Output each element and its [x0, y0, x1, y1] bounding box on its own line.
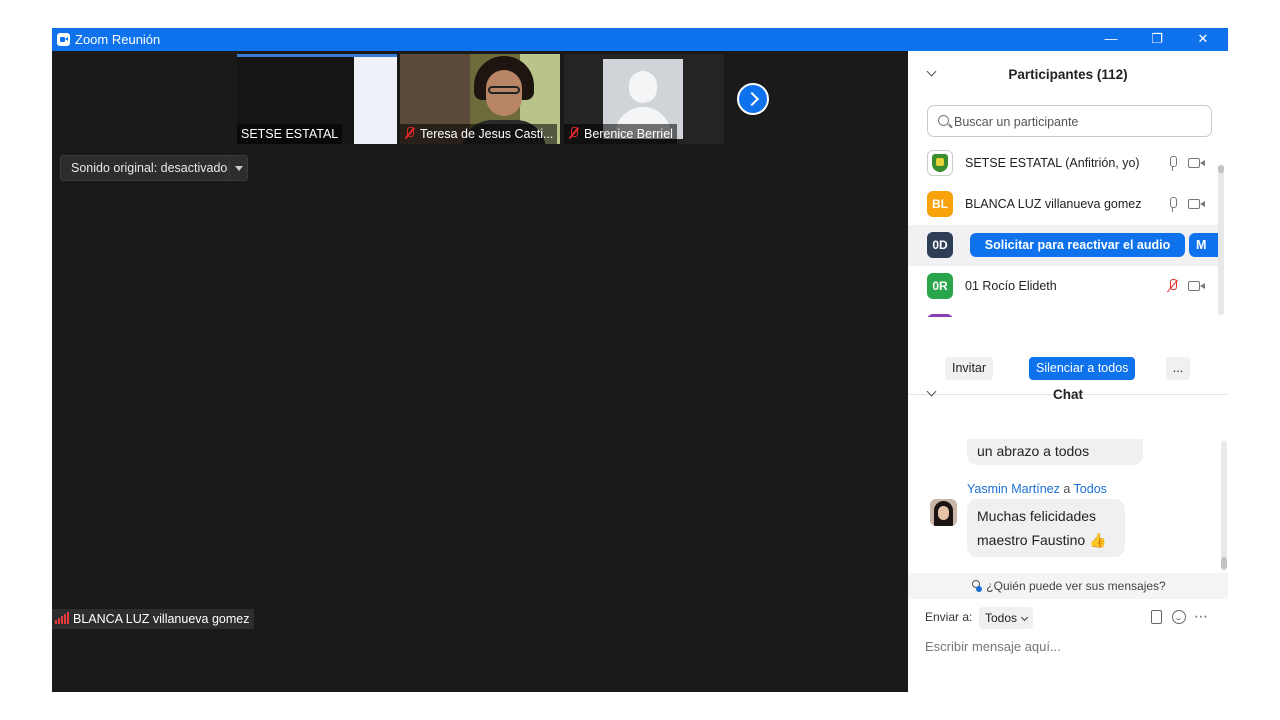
- video-thumbnail-setse[interactable]: SETSE ESTATAL: [237, 54, 397, 144]
- chat-messages: un abrazo a todos Yasmin Martínez a Todo…: [908, 439, 1218, 573]
- camera-icon[interactable]: [1188, 199, 1205, 209]
- participants-title: Participantes (112): [1008, 67, 1128, 82]
- minimize-button[interactable]: —: [1088, 28, 1134, 51]
- next-page-chevron-icon[interactable]: [737, 83, 769, 115]
- send-to-dropdown[interactable]: Todos: [979, 607, 1034, 629]
- participant-avatar: 0R: [927, 273, 953, 299]
- original-sound-dropdown[interactable]: [229, 155, 248, 181]
- thumbnail-name: Berenice Berriel: [564, 124, 677, 144]
- sender-connector: a: [1063, 482, 1071, 496]
- thumbnail-name: Teresa de Jesus Casti...: [400, 124, 558, 144]
- restore-button[interactable]: ❐: [1134, 28, 1180, 51]
- participant-avatar: BL: [927, 191, 953, 217]
- send-to-label: Enviar a:: [925, 610, 973, 624]
- chat-sender-line: Yasmin Martínez a Todos: [967, 482, 1107, 496]
- chat-bubble: Muchas felicidades maestro Faustino 👍: [967, 499, 1125, 557]
- microphone-muted-icon[interactable]: [1168, 279, 1177, 294]
- thumbnail-name: SETSE ESTATAL: [237, 124, 343, 144]
- window-title: Zoom Reunión: [75, 32, 161, 47]
- camera-icon[interactable]: [1188, 281, 1205, 291]
- who-can-see-messages[interactable]: ¿Quién puede ver sus mensajes?: [908, 573, 1228, 599]
- send-to-value: Todos: [985, 611, 1018, 625]
- recipient-name[interactable]: Todos: [1074, 482, 1107, 496]
- chat-message-text: Muchas felicidades maestro Faustino: [977, 508, 1097, 548]
- who-can-see-label: ¿Quién puede ver sus mensajes?: [986, 579, 1166, 593]
- participant-avatar: [927, 314, 953, 317]
- participant-name: SETSE ESTATAL (Anfitrión, yo): [965, 156, 1140, 170]
- participant-row[interactable]: [908, 307, 1218, 317]
- mic-muted-icon: [404, 127, 416, 139]
- close-button[interactable]: ✕: [1180, 28, 1226, 51]
- microphone-icon[interactable]: [1168, 197, 1177, 212]
- signal-strength-icon: [55, 612, 69, 624]
- participant-row[interactable]: BL BLANCA LUZ villanueva gomez: [908, 184, 1218, 225]
- emoji-icon[interactable]: [1172, 610, 1186, 624]
- participant-search[interactable]: [927, 105, 1212, 137]
- side-panel: Participantes (112) SETSE ESTATAL (Anfit…: [908, 51, 1228, 692]
- participant-avatar: 0D: [927, 232, 953, 258]
- participant-row[interactable]: 0R 01 Rocío Elideth: [908, 266, 1218, 307]
- request-unmute-button[interactable]: Solicitar para reactivar el audio: [970, 233, 1185, 257]
- original-sound-button[interactable]: Sonido original: desactivado: [60, 155, 239, 181]
- participant-avatar-logo: [927, 150, 953, 176]
- zoom-window: Zoom Reunión — ❐ ✕ SETSE ESTATAL Teresa …: [52, 28, 1228, 692]
- microphone-icon[interactable]: [1168, 156, 1177, 171]
- screen-share-bar: [237, 54, 397, 57]
- video-thumbnail-teresa[interactable]: Teresa de Jesus Casti...: [400, 54, 560, 144]
- title-bar: Zoom Reunión — ❐ ✕: [52, 28, 1228, 51]
- participant-name: 01 Rocío Elideth: [965, 279, 1057, 293]
- user-visibility-icon: [970, 580, 983, 592]
- video-area: SETSE ESTATAL Teresa de Jesus Casti... B…: [52, 51, 908, 692]
- person-glasses: [488, 86, 520, 94]
- mic-muted-icon: [568, 127, 580, 139]
- chat-message-input[interactable]: [925, 636, 1215, 656]
- chat-header: Chat: [908, 373, 1228, 413]
- participant-row[interactable]: 0D Solicitar para reactivar el audio M: [908, 225, 1218, 266]
- file-icon[interactable]: [1151, 610, 1162, 624]
- camera-icon[interactable]: [1188, 158, 1205, 168]
- zoom-app-icon: [57, 33, 70, 46]
- participant-more-button[interactable]: M: [1189, 233, 1218, 257]
- chat-scrollbar[interactable]: [1221, 441, 1227, 571]
- sender-name[interactable]: Yasmin Martínez: [967, 482, 1060, 496]
- sender-avatar: [930, 499, 957, 526]
- participant-list-scrollbar[interactable]: [1218, 165, 1224, 315]
- participant-list: SETSE ESTATAL (Anfitrión, yo) BL BLANCA …: [908, 143, 1218, 317]
- participants-header: Participantes (112): [908, 53, 1228, 93]
- video-thumbnail-berenice[interactable]: Berenice Berriel: [564, 54, 724, 144]
- chat-bubble: un abrazo a todos: [967, 439, 1143, 465]
- search-icon: [938, 115, 949, 126]
- active-speaker-label: BLANCA LUZ villanueva gomez: [52, 609, 255, 629]
- chat-title: Chat: [1053, 387, 1083, 402]
- more-horizontal-icon[interactable]: ⋯: [1194, 608, 1208, 625]
- thumbs-up-emoji-icon: 👍: [1089, 532, 1107, 548]
- shared-screen-right: [354, 54, 397, 144]
- participant-name: BLANCA LUZ villanueva gomez: [965, 197, 1142, 211]
- participant-row[interactable]: SETSE ESTATAL (Anfitrión, yo): [908, 143, 1218, 184]
- participant-search-input[interactable]: [954, 112, 1204, 132]
- chevron-down-icon: [1020, 613, 1029, 622]
